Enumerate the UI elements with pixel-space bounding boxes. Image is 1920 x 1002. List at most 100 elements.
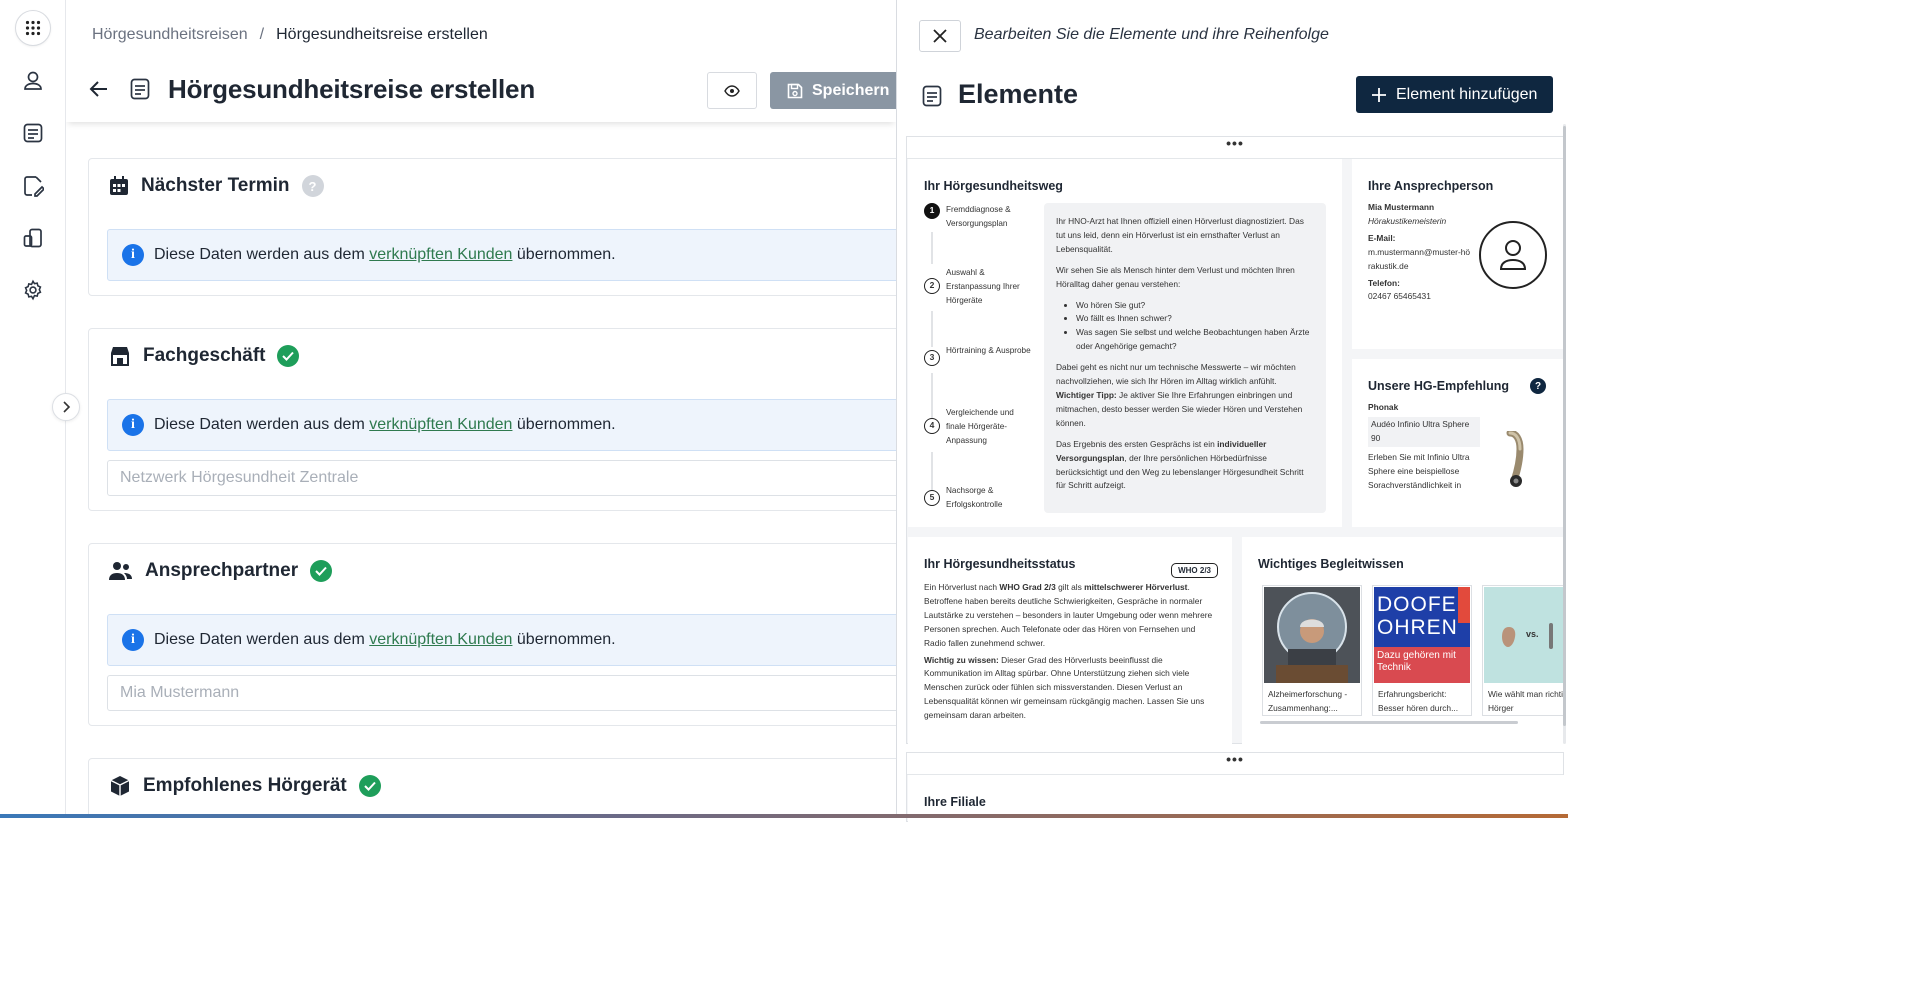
journey-step[interactable]: 1 Fremddiagnose & Versorgungsplan	[924, 203, 1034, 231]
linked-customer-link[interactable]: verknüpften Kunden	[369, 246, 512, 263]
knowledge-card[interactable]: Alzheimerforschung - Zusammenhang:...	[1262, 585, 1362, 716]
save-button[interactable]: Speichern	[770, 72, 896, 109]
widget-knowledge: Wichtiges Begleitwissen Alzheimerforschu…	[1242, 537, 1564, 745]
drag-handle-icon[interactable]: •••	[907, 136, 1563, 159]
status-text-bold: mittelschwerer Hörverlust	[1084, 582, 1188, 592]
email-label: E-Mail:	[1368, 232, 1396, 243]
info-text: Diese Daten werden aus dem	[154, 631, 365, 648]
elements-icon	[922, 85, 942, 112]
horizontal-scrollbar[interactable]	[1260, 721, 1518, 724]
section-title: Nächster Termin	[141, 175, 290, 196]
step-label: Fremddiagnose & Versorgungsplan	[946, 205, 1011, 228]
element-block[interactable]: ••• Ihre Filiale	[906, 752, 1564, 823]
section-recommended-device: Empfohlenes Hörgerät	[88, 758, 896, 818]
info-icon: i	[122, 244, 144, 266]
journey-step[interactable]: 2 Auswahl & Erstanpassung Ihrer Hörgeräte	[924, 266, 1034, 308]
users-icon	[109, 562, 132, 580]
journey-step[interactable]: 4 Vergleichende und finale Hörgeräte-Anpa…	[924, 406, 1034, 448]
help-icon[interactable]: ?	[301, 175, 324, 197]
page-header: Hörgesundheitsreise erstellen Speichern	[66, 60, 896, 122]
journey-step[interactable]: 5 Nachsorge & Erfolgskontrolle	[924, 484, 1034, 512]
knowledge-card[interactable]: vs. Wie wählt man richtige Hörger	[1482, 585, 1564, 716]
info-text: Diese Daten werden aus dem	[154, 416, 365, 433]
section-store: Fachgeschäft i Diese Daten werden aus de…	[88, 328, 896, 511]
section-title: Ansprechpartner	[145, 560, 299, 581]
drag-handle-icon[interactable]: •••	[907, 752, 1563, 775]
article-image	[1264, 587, 1360, 683]
add-element-button[interactable]: Element hinzufügen	[1356, 76, 1553, 113]
close-panel-button[interactable]	[919, 20, 961, 52]
knowledge-card[interactable]: DOOFE OHREN Dazu gehören mit Technik Erf…	[1372, 585, 1472, 716]
page-title: Hörgesundheitsreise erstellen	[168, 74, 535, 104]
breadcrumb-parent-link[interactable]: Hörgesundheitsreisen	[92, 26, 248, 44]
status-text-bold: WHO Grad 2/3	[999, 582, 1056, 592]
step-number: 5	[924, 490, 940, 506]
preview-button[interactable]	[707, 72, 757, 109]
layout-list-icon[interactable]	[15, 115, 51, 151]
widget-contact-person: Ihre Ansprechperson Mia Mustermann Hörak…	[1352, 159, 1564, 349]
article-caption: Wie wählt man richtige Hörger	[1488, 689, 1564, 713]
contact-field[interactable]: Mia Mustermann	[107, 675, 896, 711]
section-contact: Ansprechpartner i Diese Daten werden aus…	[88, 543, 896, 726]
calendar-icon	[110, 176, 128, 195]
contact-email[interactable]: m.mustermann@muster-hörakustik.de	[1368, 246, 1472, 274]
save-label: Speichern	[812, 81, 890, 99]
journey-description: Ihr HNO-Arzt hat Ihnen offiziell einen H…	[1044, 203, 1326, 513]
user-icon[interactable]	[15, 63, 51, 99]
element-block[interactable]: ••• Ihr Hörgesundheitsweg 1 Fremddiagnose…	[906, 136, 1564, 745]
check-icon	[358, 775, 381, 797]
step-number: 2	[924, 278, 940, 294]
breadcrumb: Hörgesundheitsreisen / Hörgesundheitsrei…	[92, 26, 488, 44]
journey-text: Wir sehen Sie als Mensch hinter dem Verl…	[1056, 264, 1295, 289]
linked-customer-link[interactable]: verknüpften Kunden	[369, 416, 512, 433]
help-icon[interactable]: ?	[1530, 378, 1546, 394]
info-banner: i Diese Daten werden aus dem verknüpften…	[107, 399, 896, 451]
widget-title: Ihr Hörgesundheitsstatus	[924, 557, 1076, 571]
step-label: Nachsorge & Erfolgskontrolle	[946, 486, 1003, 509]
status-text-bold: Wichtig zu wissen:	[924, 654, 999, 665]
info-text-end: übernommen.	[516, 416, 616, 433]
contact-phone[interactable]: 02467 65465431	[1368, 290, 1472, 304]
settings-gear-icon[interactable]	[15, 272, 51, 308]
plus-icon	[1372, 87, 1386, 102]
journey-text: Das Ergebnis des ersten Gesprächs ist ei…	[1056, 438, 1215, 449]
info-text-end: übernommen.	[516, 246, 616, 263]
back-arrow-icon[interactable]	[88, 78, 110, 105]
section-title: Empfohlenes Hörgerät	[143, 775, 347, 796]
journey-step[interactable]: 3 Hörtraining & Ausprobe	[924, 344, 1034, 366]
avatar	[1479, 221, 1547, 289]
panel-subtitle: Bearbeiten Sie die Elemente und ihre Rei…	[974, 26, 1329, 43]
eye-icon	[724, 84, 740, 97]
info-banner: i Diese Daten werden aus dem verknüpften…	[107, 614, 896, 666]
window-bottom-edge	[0, 814, 1568, 818]
cover-title: DOOFE	[1377, 593, 1457, 616]
check-icon	[310, 560, 333, 582]
contact-name: Mia Mustermann	[1368, 202, 1435, 212]
devices-icon[interactable]	[15, 220, 51, 256]
step-number: 3	[924, 350, 940, 366]
journey-bullet: Wo fällt es Ihnen schwer?	[1076, 312, 1314, 326]
comparison-image: vs.	[1484, 587, 1564, 683]
step-label: Vergleichende und finale Hörgeräte-Anpas…	[946, 408, 1014, 445]
step-number: 4	[924, 418, 940, 434]
article-caption: Alzheimerforschung - Zusammenhang:...	[1268, 689, 1348, 713]
widget-hearing-journey: Ihr Hörgesundheitsweg 1 Fremddiagnose & V…	[908, 159, 1342, 527]
breadcrumb-separator: /	[259, 26, 265, 43]
store-field[interactable]: Netzwerk Hörgesundheit Zentrale	[107, 460, 896, 496]
phone-label: Telefon:	[1368, 277, 1400, 288]
template-icon	[130, 78, 150, 105]
edit-document-icon[interactable]	[15, 168, 51, 204]
apps-grid-icon[interactable]	[15, 10, 51, 46]
expand-sidebar-button[interactable]	[52, 393, 80, 421]
journey-bullet: Was sagen Sie selbst und welche Beobacht…	[1076, 326, 1314, 354]
section-title: Fachgeschäft	[143, 345, 266, 366]
journey-text: Ihr HNO-Arzt hat Ihnen offiziell einen H…	[1056, 216, 1304, 254]
vertical-scrollbar[interactable]	[1563, 124, 1566, 744]
breadcrumb-current: Hörgesundheitsreise erstellen	[276, 26, 488, 43]
widget-title: Wichtiges Begleitwissen	[1258, 557, 1404, 571]
linked-customer-link[interactable]: verknüpften Kunden	[369, 631, 512, 648]
info-text-end: übernommen.	[516, 631, 616, 648]
widget-hearing-status: Ihr Hörgesundheitsstatus WHO 2/3 Ein Hör…	[908, 537, 1232, 745]
status-text: gilt als	[1058, 582, 1082, 592]
close-icon	[933, 29, 947, 43]
